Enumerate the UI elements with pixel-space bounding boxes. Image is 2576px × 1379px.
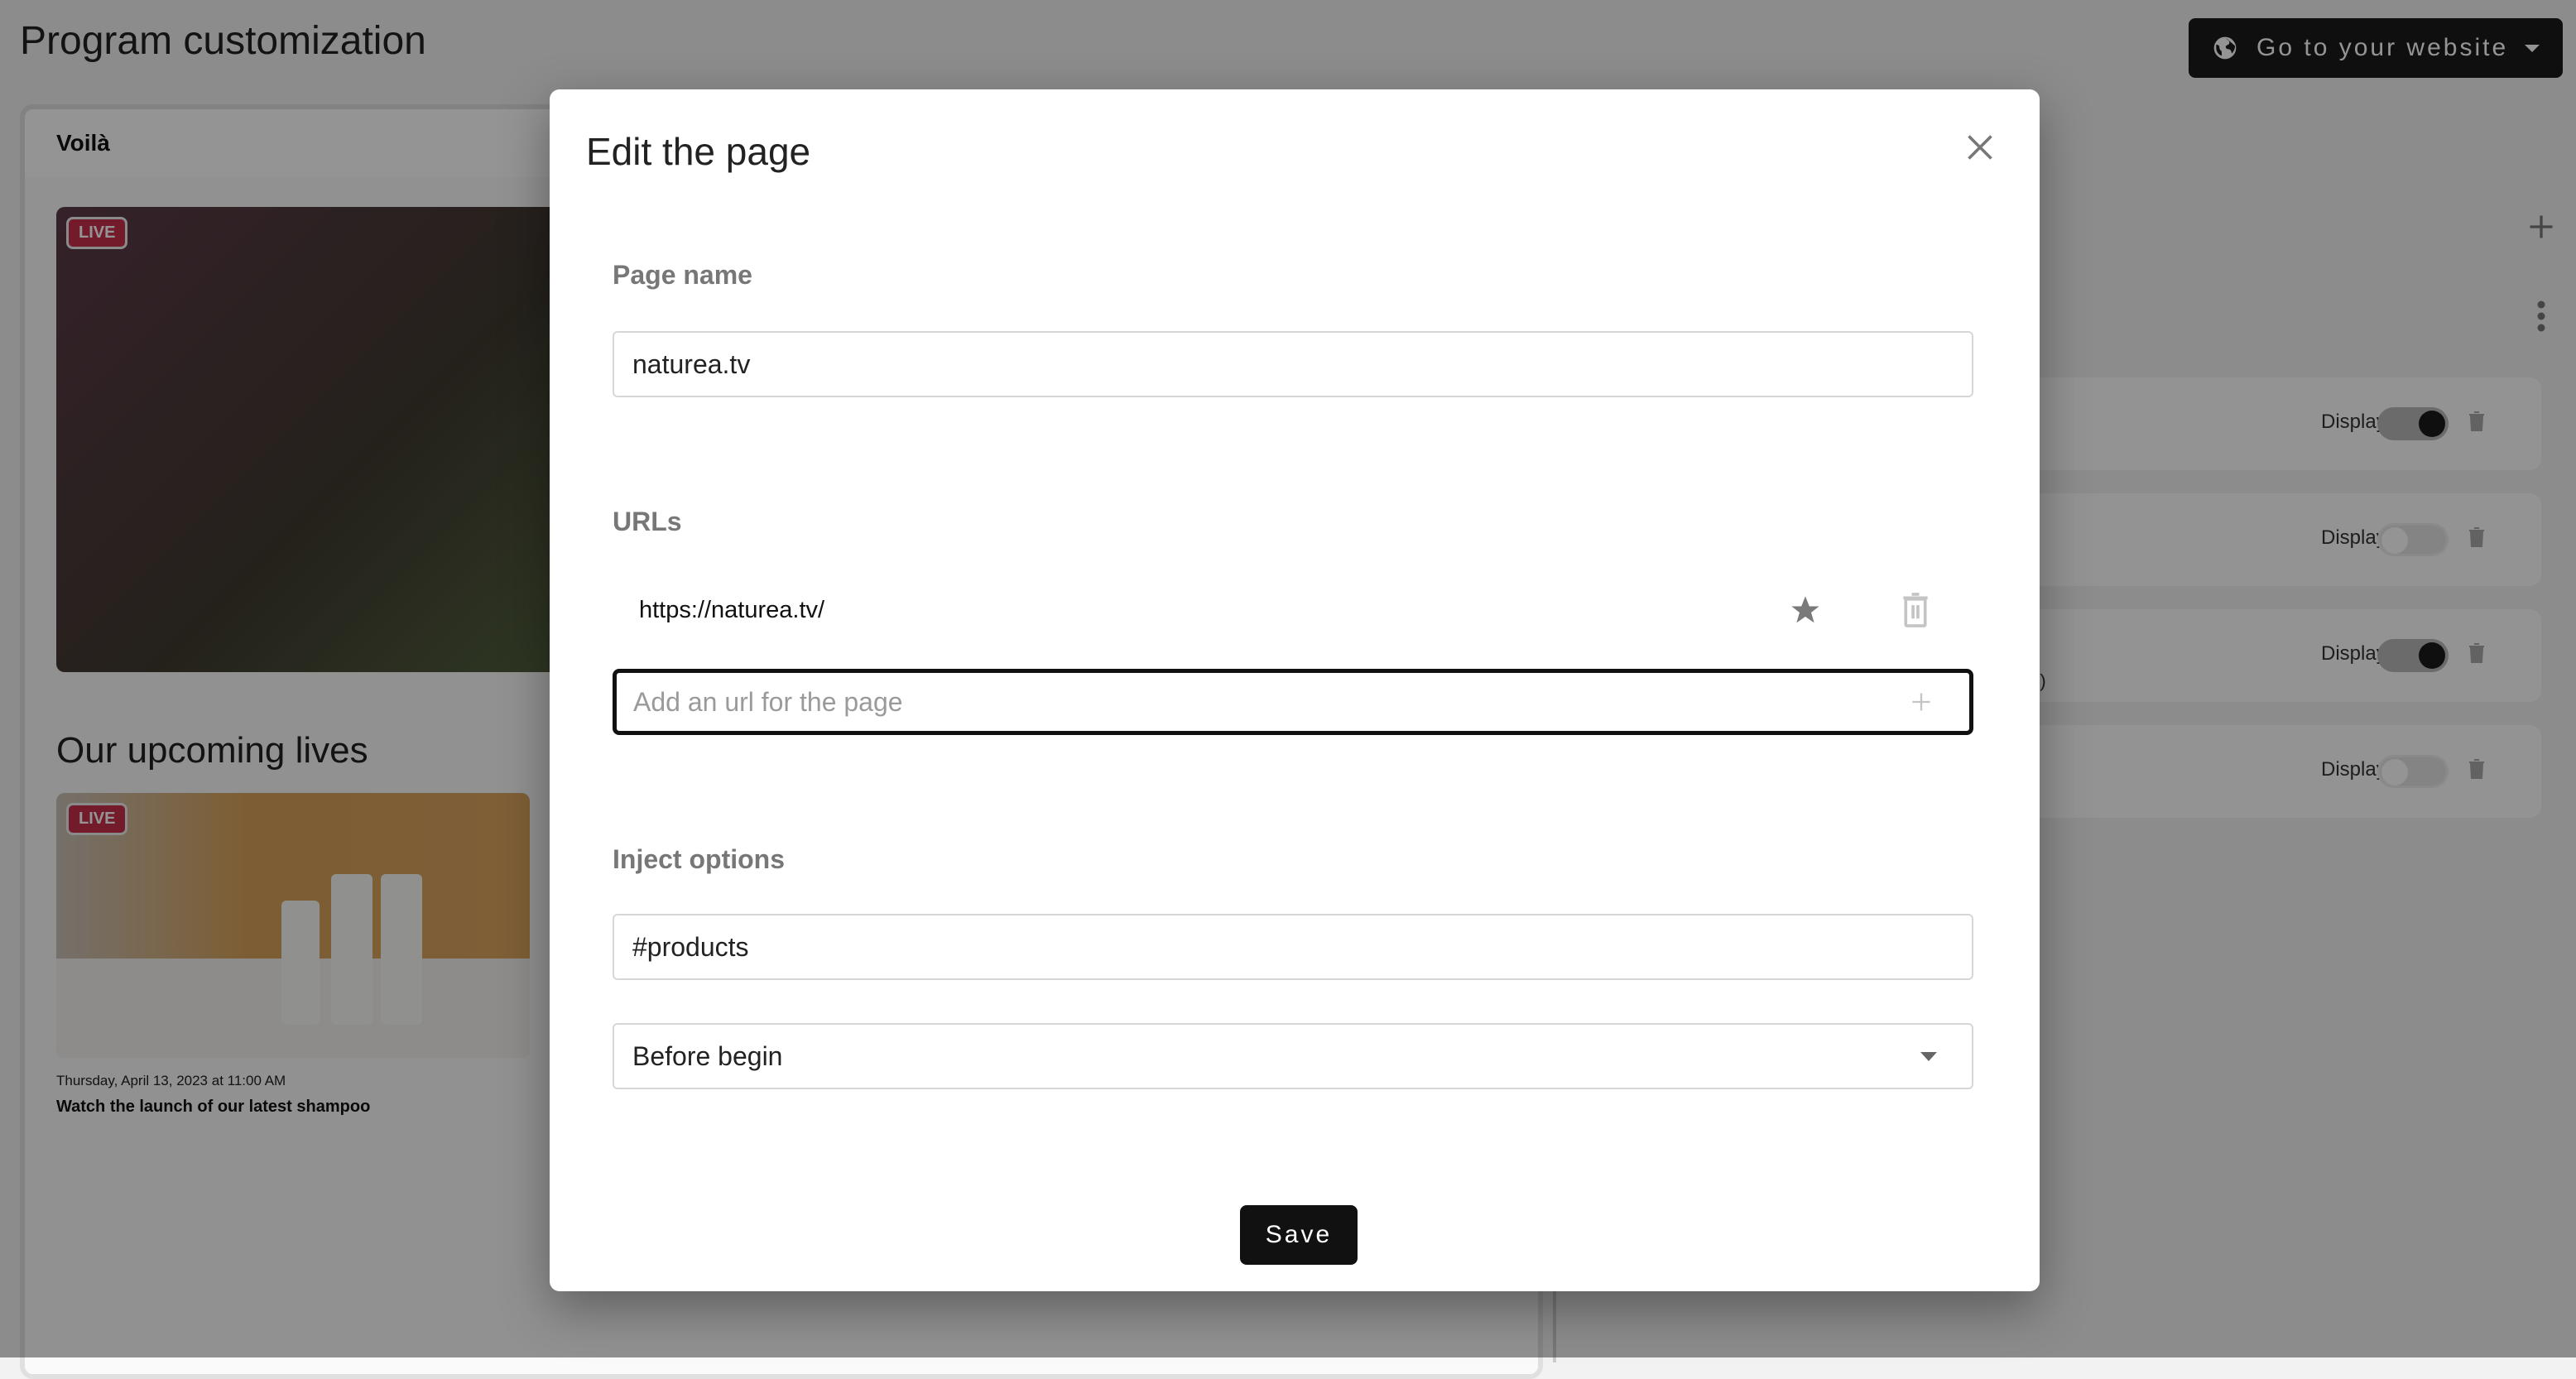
close-button[interactable] (1965, 132, 1995, 162)
page-name-input[interactable] (613, 331, 1973, 397)
url-list-item: https://naturea.tv/ (613, 579, 1973, 641)
plus-icon (1912, 693, 1930, 711)
inject-position-select[interactable]: Before begin (613, 1023, 1973, 1089)
chevron-down-icon (1920, 1051, 1937, 1061)
add-url-field[interactable] (613, 669, 1973, 735)
star-icon (1791, 596, 1819, 623)
url-text: https://naturea.tv/ (639, 596, 825, 623)
inject-options-label: Inject options (613, 844, 785, 874)
delete-url-button[interactable] (1901, 592, 1930, 628)
trash-icon (1903, 593, 1928, 627)
add-url-input[interactable] (632, 685, 1910, 718)
edit-page-modal: Edit the page Page name URLs https://nat… (550, 89, 2040, 1291)
close-icon (1968, 135, 1992, 160)
add-url-button[interactable] (1910, 690, 1933, 714)
favorite-url-button[interactable] (1788, 593, 1823, 627)
inject-selector-input[interactable] (613, 914, 1973, 980)
save-button[interactable]: Save (1240, 1205, 1358, 1265)
urls-label: URLs (613, 507, 682, 536)
inject-position-value: Before begin (632, 1040, 783, 1071)
modal-title: Edit the page (586, 130, 811, 173)
page-name-label: Page name (613, 260, 752, 290)
